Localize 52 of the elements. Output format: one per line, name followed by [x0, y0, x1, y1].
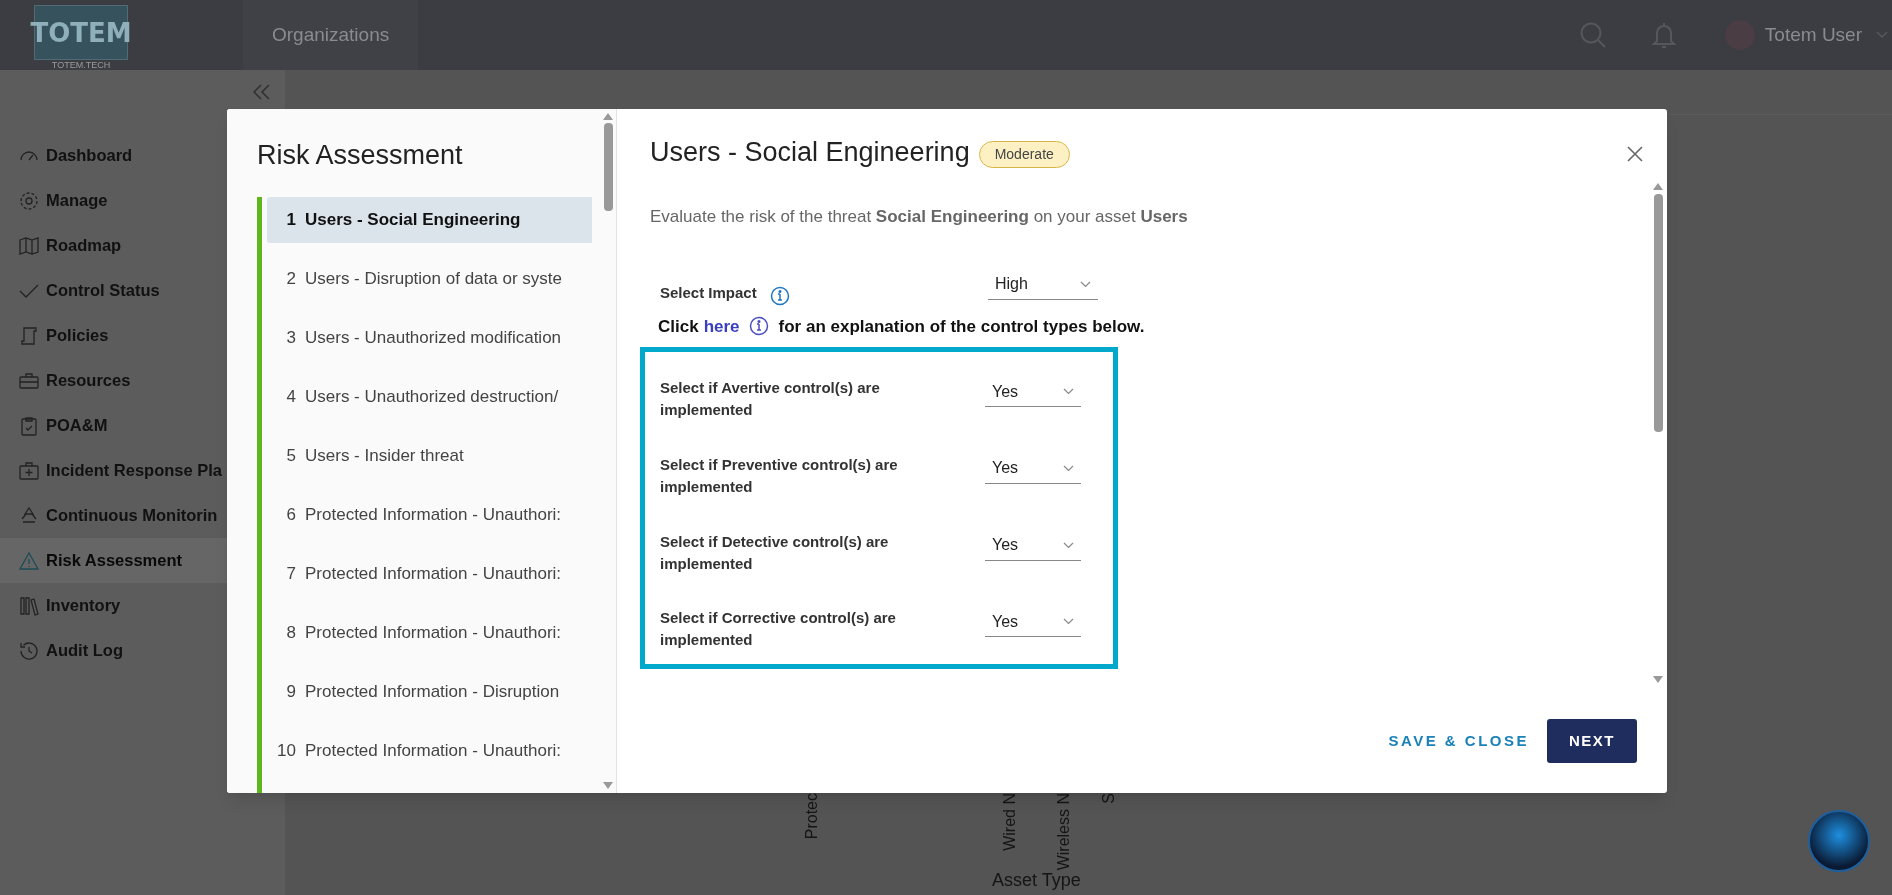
explanation-text: Click: [658, 315, 699, 338]
axis-title: Asset Type: [992, 870, 1081, 891]
sidebar-item-icon: [18, 189, 40, 212]
bell-icon[interactable]: [1650, 21, 1677, 49]
scroll-up-icon[interactable]: [603, 113, 613, 120]
save-and-close-button[interactable]: SAVE & CLOSE: [1386, 729, 1531, 753]
scrollbar-thumb[interactable]: [1653, 194, 1663, 432]
scrollbar-thumb[interactable]: [603, 123, 613, 211]
sidebar-item-icon: [18, 639, 40, 662]
axis-label: Protec: [802, 793, 821, 840]
next-button[interactable]: NEXT: [1547, 719, 1637, 763]
search-icon[interactable]: [1578, 21, 1607, 49]
threat-list-item[interactable]: 1 Users - Social Engineering: [267, 197, 592, 243]
list-title: Risk Assessment: [257, 139, 464, 172]
control-dropdown[interactable]: Yes: [985, 377, 1081, 407]
chevron-down-icon: [1080, 280, 1091, 288]
control-dropdown[interactable]: Yes: [985, 607, 1081, 638]
control-dropdown[interactable]: Yes: [985, 453, 1081, 484]
info-icon[interactable]: [748, 316, 769, 337]
chevron-down-icon: [1063, 618, 1074, 626]
chevron-down-icon: [1063, 388, 1074, 395]
logo-caption: TOTEM.TECH: [51, 60, 111, 70]
field-label: Select if Detective control(s) are implemented: [660, 531, 890, 574]
chevron-down-icon[interactable]: [1876, 31, 1888, 39]
axis-label: Wired N: [1000, 793, 1019, 851]
field-label: Select if Preventive control(s) are implemented: [660, 454, 899, 497]
risk-level-badge: Moderate: [978, 140, 1070, 168]
here-link[interactable]: here: [703, 313, 740, 339]
threat-list-item[interactable]: 10 Protected Information - Unauthori:: [267, 728, 592, 774]
scroll-down-icon[interactable]: [603, 782, 613, 789]
sidebar-item-icon: [18, 594, 40, 617]
control-dropdown[interactable]: Yes: [985, 530, 1081, 561]
scroll-down-icon[interactable]: [1653, 676, 1663, 683]
sidebar-item-icon: [18, 414, 40, 437]
field-label: Select Impact: [660, 283, 758, 304]
description: Evaluate the risk of the threat Social Engineering on your asset Users: [649, 206, 1189, 228]
impact-dropdown[interactable]: High: [988, 269, 1098, 300]
sidebar-item-icon: [18, 459, 40, 482]
field-label: Select if Corrective control(s) are implemented: [660, 608, 897, 651]
axis-label: S: [1099, 793, 1118, 804]
field-label: Select if Avertive control(s) are implemented: [660, 378, 881, 420]
chevron-down-icon: [1063, 541, 1074, 549]
scroll-up-icon[interactable]: [1653, 183, 1663, 190]
chevron-down-icon: [1063, 464, 1074, 472]
sidebar-item-icon: [18, 324, 40, 347]
collapse-icon[interactable]: [253, 84, 271, 100]
axis-label: Wireless N: [1054, 793, 1073, 871]
explanation-text: for an explanation of the control types below.: [778, 315, 1145, 338]
sidebar-item-icon: [18, 234, 40, 257]
dialog-title: Users - Social Engineering: [650, 136, 970, 169]
info-icon[interactable]: [770, 285, 790, 306]
close-icon[interactable]: [1627, 146, 1643, 162]
